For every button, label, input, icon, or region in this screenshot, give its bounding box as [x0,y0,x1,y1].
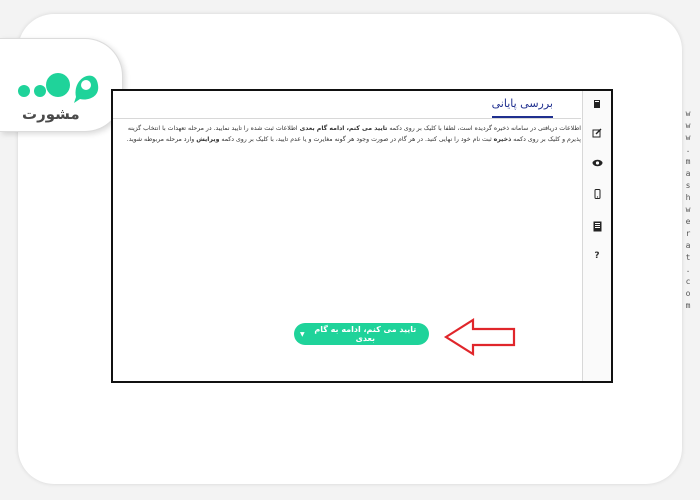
url-char: a [685,169,691,178]
title-divider [113,118,581,119]
url-char: w [685,109,691,118]
instructions-emphasis: ویرایش [196,136,220,143]
url-char: . [685,145,691,154]
confirm-next-step-button[interactable]: تایید می کنم، ادامه به گام بعدی ▼ [294,323,429,345]
url-char: m [685,301,691,310]
instructions-fragment: وارد مرحله مربوطه شوید. [126,136,197,143]
final-review-panel: بررسی پایانی اطلاعات دریافتی در سامانه ذ… [113,91,581,381]
book-icon[interactable] [589,96,605,112]
instructions-line: پذیرم و کلیک بر روی دکمه ذخیره ثبت نام خ… [115,134,581,145]
instructions-line: اطلاعات دریافتی در سامانه ذخیره گردیده ا… [115,123,581,134]
url-char: a [685,241,691,250]
url-char: . [685,265,691,274]
instructions-text: اطلاعات دریافتی در سامانه ذخیره گردیده ا… [115,123,581,145]
url-char: h [685,193,691,202]
url-char: c [685,277,691,286]
url-char: w [685,205,691,214]
brand-name: مشورت [22,105,80,123]
instructions-fragment: پذیرم و کلیک بر روی دکمه [511,136,581,143]
step-sidebar: ? [582,91,611,381]
instructions-fragment: ثبت نام خود را نهایی کنید. در هر گام در … [219,136,494,143]
eye-icon[interactable] [589,155,605,171]
url-char: w [685,121,691,130]
instructions-emphasis: ذخیره [493,136,512,143]
brand-logo-tab: مشورت [0,38,123,132]
instructions-fragment: اطلاعات ثبت شده را تایید نمایید. در مرحل… [127,125,300,132]
url-char: e [685,217,691,226]
url-char: s [685,181,691,190]
edit-icon[interactable] [589,125,605,141]
help-icon[interactable]: ? [589,248,605,264]
document-icon[interactable] [589,218,605,234]
caret-down-icon: ▼ [300,330,305,338]
screenshot-frame: بررسی پایانی اطلاعات دریافتی در سامانه ذ… [111,89,613,383]
pointer-arrow-icon [443,318,516,356]
url-char: m [685,157,691,166]
confirm-button-label: تایید می کنم، ادامه به گام بعدی [314,325,417,343]
url-char: t [685,253,691,262]
url-char: r [685,229,691,238]
panel-title: بررسی پایانی [491,97,553,118]
site-url-vertical: www.mashwerat.com [678,109,698,310]
instructions-fragment: اطلاعات دریافتی در سامانه ذخیره گردیده ا… [387,125,581,132]
url-char: w [685,133,691,142]
mobile-icon[interactable] [589,186,605,202]
instructions-emphasis: تایید می کنم، ادامه گام بعدی [299,125,388,132]
url-char: o [685,289,691,298]
